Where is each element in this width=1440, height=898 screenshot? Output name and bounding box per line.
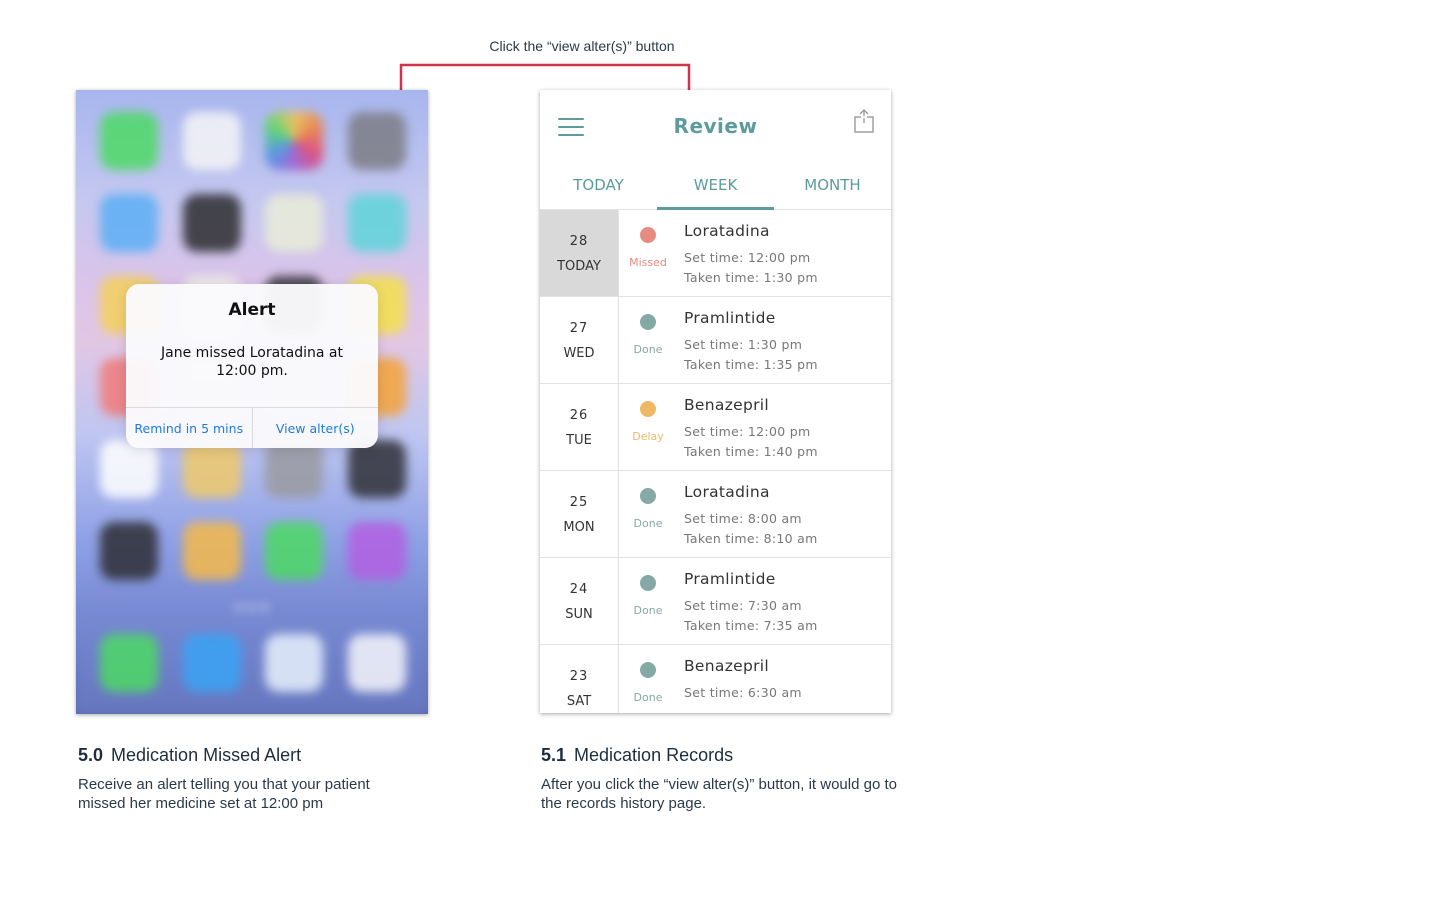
set-time: Set time: 8:00 am <box>684 511 802 526</box>
status-label: Delay <box>632 430 664 443</box>
medication-name: Loratadina <box>684 483 770 501</box>
status-cell: Done <box>619 297 677 383</box>
medication-name: Benazepril <box>684 657 769 675</box>
taken-time: Taken time: 1:40 pm <box>684 444 818 459</box>
record-row[interactable]: 26 TUE Delay Benazepril Set time: 12:00 … <box>540 384 891 471</box>
date-day: TUE <box>566 433 592 448</box>
review-screen-mockup: Review TODAY WEEK MONTH 28 TODAY Missed … <box>540 90 891 713</box>
missed-medication-alert: Alert Jane missed Loratadina at 12:00 pm… <box>126 284 378 448</box>
medication-name: Pramlintide <box>684 570 776 588</box>
set-time: Set time: 12:00 pm <box>684 424 811 439</box>
caption-description: Receive an alert telling you that your p… <box>78 776 370 812</box>
status-dot-icon <box>640 662 656 678</box>
alert-title: Alert <box>228 300 276 320</box>
set-time: Set time: 1:30 pm <box>684 337 803 352</box>
medication-name: Pramlintide <box>684 309 776 327</box>
date-number: 28 <box>569 234 589 249</box>
screen-title: Review <box>673 114 758 138</box>
date-day: MON <box>563 520 595 535</box>
tab-today[interactable]: TODAY <box>540 166 657 209</box>
date-day: TODAY <box>557 259 601 274</box>
alert-actions: Remind in 5 mins View alter(s) <box>126 407 378 448</box>
taken-time: Taken time: 1:30 pm <box>684 270 818 285</box>
record-row[interactable]: 25 MON Done Loratadina Set time: 8:00 am… <box>540 471 891 558</box>
status-dot-icon <box>640 227 656 243</box>
caption-number: 5.0 <box>78 745 104 765</box>
record-row[interactable]: 23 SAT Done Benazepril Set time: 6:30 am <box>540 645 891 713</box>
medication-name: Benazepril <box>684 396 769 414</box>
status-dot-icon <box>640 488 656 504</box>
set-time: Set time: 6:30 am <box>684 685 802 700</box>
caption-title: Medication Records <box>574 745 734 765</box>
annotation-text: Click the “view alter(s)” button <box>489 38 675 54</box>
home-screen-mockup: Alert Jane missed Loratadina at 12:00 pm… <box>76 90 428 714</box>
caption-description: After you click the “view alter(s)” butt… <box>541 776 897 812</box>
view-alerts-button[interactable]: View alter(s) <box>251 408 379 448</box>
status-dot-icon <box>640 575 656 591</box>
status-label: Done <box>633 691 663 704</box>
status-label: Done <box>633 343 663 356</box>
caption-number: 5.1 <box>541 745 567 765</box>
caption-right: 5.1 Medication Records After you click th… <box>541 745 901 813</box>
tab-week[interactable]: WEEK <box>657 166 774 210</box>
status-cell: Delay <box>619 384 677 470</box>
status-cell: Done <box>619 471 677 557</box>
share-icon[interactable] <box>853 108 875 134</box>
date-cell: 24 SUN <box>540 558 619 644</box>
tab-month[interactable]: MONTH <box>774 166 891 209</box>
period-tabs: TODAY WEEK MONTH <box>540 166 891 210</box>
date-cell: 28 TODAY <box>540 210 619 296</box>
date-cell: 23 SAT <box>540 645 619 713</box>
alert-message: Jane missed Loratadina at 12:00 pm. <box>161 345 343 379</box>
set-time: Set time: 12:00 pm <box>684 250 811 265</box>
date-number: 24 <box>569 582 589 597</box>
record-row[interactable]: 27 WED Done Pramlintide Set time: 1:30 p… <box>540 297 891 384</box>
date-number: 27 <box>569 321 589 336</box>
taken-time: Taken time: 7:35 am <box>684 618 818 633</box>
date-day: SUN <box>565 607 593 622</box>
date-number: 25 <box>569 495 589 510</box>
status-label: Done <box>633 604 663 617</box>
status-dot-icon <box>640 314 656 330</box>
status-cell: Done <box>619 558 677 644</box>
record-row[interactable]: 28 TODAY Missed Loratadina Set time: 12:… <box>540 210 891 297</box>
date-cell: 25 MON <box>540 471 619 557</box>
status-dot-icon <box>640 401 656 417</box>
taken-time: Taken time: 8:10 am <box>684 531 818 546</box>
caption-left: 5.0 Medication Missed Alert Receive an al… <box>78 745 418 813</box>
medication-name: Loratadina <box>684 222 770 240</box>
date-cell: 26 TUE <box>540 384 619 470</box>
status-label: Done <box>633 517 663 530</box>
medication-records-list: 28 TODAY Missed Loratadina Set time: 12:… <box>540 210 891 713</box>
caption-title: Medication Missed Alert <box>111 745 302 765</box>
date-number: 26 <box>569 408 589 423</box>
date-day: WED <box>563 346 595 361</box>
status-cell: Done <box>619 645 677 713</box>
remind-later-button[interactable]: Remind in 5 mins <box>126 408 252 448</box>
date-day: SAT <box>566 694 592 709</box>
date-cell: 27 WED <box>540 297 619 383</box>
status-label: Missed <box>629 256 667 269</box>
record-row[interactable]: 24 SUN Done Pramlintide Set time: 7:30 a… <box>540 558 891 645</box>
date-number: 23 <box>569 669 589 684</box>
set-time: Set time: 7:30 am <box>684 598 802 613</box>
status-cell: Missed <box>619 210 677 296</box>
taken-time: Taken time: 1:35 pm <box>684 357 818 372</box>
